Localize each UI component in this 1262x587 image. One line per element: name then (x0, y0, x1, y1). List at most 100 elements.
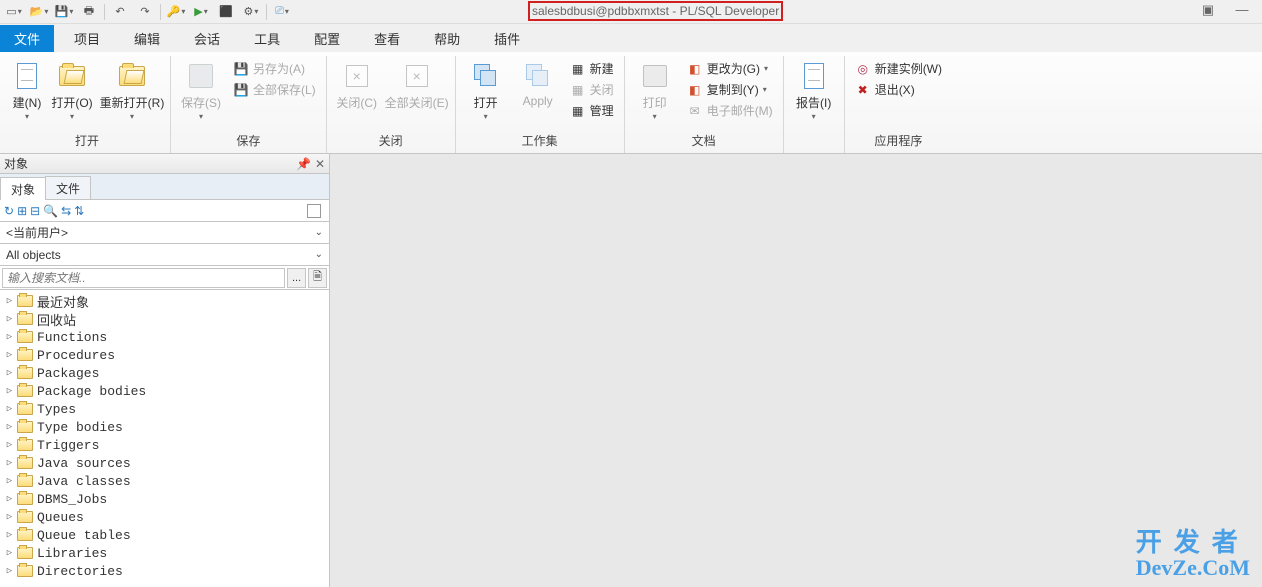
changeto-button[interactable]: ◧更改为(G) ▾ (683, 58, 777, 79)
tab-files[interactable]: 文件 (45, 176, 91, 199)
save-dropdown-icon[interactable]: 💾 (52, 1, 76, 23)
new-button[interactable]: 建(N) ▾ (10, 58, 44, 123)
tree-item[interactable]: ▷最近对象 (0, 292, 329, 310)
changeto-label: 更改为(G) (707, 60, 760, 77)
newinstance-button[interactable]: ◎新建实例(W) (851, 58, 946, 79)
settings-icon[interactable]: ⎚ (270, 1, 294, 23)
link-icon[interactable]: ⇆ (61, 204, 71, 218)
scope-dropdown[interactable]: All objects ⌄ (0, 244, 329, 266)
expand-arrow-icon[interactable]: ▷ (4, 404, 15, 415)
menu-project[interactable]: 项目 (60, 25, 114, 52)
workset-manage-button[interactable]: ▦管理 (566, 100, 618, 121)
workset-open-button[interactable]: 打开 ▾ (462, 58, 510, 123)
reopen-button[interactable]: 重新打开(R) ▾ (100, 58, 164, 123)
tree-item[interactable]: ▷Triggers (0, 436, 329, 454)
report-button[interactable]: 报告(I) ▾ (790, 58, 838, 123)
tree-item[interactable]: ▷ 回收站 (0, 310, 329, 328)
save-button[interactable]: 保存(S) ▾ (177, 58, 225, 123)
expand-arrow-icon[interactable]: ▷ (4, 386, 15, 397)
expand-arrow-icon[interactable]: ▷ (4, 296, 15, 307)
minimize-icon[interactable]: — (1232, 2, 1252, 18)
menu-file[interactable]: 文件 (0, 25, 54, 52)
expand-icon[interactable]: ⊞ (17, 204, 27, 218)
tree-item[interactable]: ▷Queues (0, 508, 329, 526)
ribbon-group-title: 文档 (692, 130, 716, 153)
tree-item[interactable]: ▷DBMS_Jobs (0, 490, 329, 508)
expand-arrow-icon[interactable]: ▷ (4, 476, 15, 487)
tree-item[interactable]: ▷Java classes (0, 472, 329, 490)
tree-item[interactable]: ▷Type bodies (0, 418, 329, 436)
menu-help[interactable]: 帮助 (420, 25, 474, 52)
scope-dropdown-value: All objects (6, 248, 61, 262)
tree-item[interactable]: ▷Types (0, 400, 329, 418)
tree-item[interactable]: ▷Packages (0, 364, 329, 382)
refresh-icon[interactable]: ↻ (4, 204, 14, 218)
tree-item[interactable]: ▷Procedures (0, 346, 329, 364)
tree-item[interactable]: ▷Directories (0, 562, 329, 580)
closeall-button[interactable]: 全部关闭(E) (385, 58, 449, 113)
redo-icon[interactable]: ↷ (133, 1, 157, 23)
print-button[interactable]: 打印 ▾ (631, 58, 679, 123)
close-icon[interactable]: ✕ (315, 157, 325, 171)
collapse-icon[interactable]: ⊟ (30, 204, 40, 218)
stop-icon[interactable]: ⬛ (214, 1, 238, 23)
changeto-icon: ◧ (687, 61, 703, 77)
save-label: 保存(S) (181, 94, 221, 111)
new-dropdown-icon[interactable]: ▭ (2, 1, 26, 23)
print-icon[interactable]: 🖶 (77, 1, 101, 23)
menu-edit[interactable]: 编辑 (120, 25, 174, 52)
restore-icon[interactable]: ▣ (1198, 2, 1218, 18)
expand-arrow-icon[interactable]: ▷ (4, 458, 15, 469)
pin-icon[interactable]: 📌 (296, 157, 311, 171)
copyto-button[interactable]: ◧复制到(Y) ▾ (683, 79, 777, 100)
exit-button[interactable]: ✖退出(X) (851, 79, 946, 100)
saveas-button[interactable]: 💾另存为(A) (229, 58, 320, 79)
undo-icon[interactable]: ↶ (108, 1, 132, 23)
filter-icon[interactable]: ⇅ (74, 204, 84, 218)
expand-arrow-icon[interactable]: ▷ (4, 422, 15, 433)
tree-item[interactable]: ▷Java sources (0, 454, 329, 472)
expand-arrow-icon[interactable]: ▷ (4, 368, 15, 379)
workset-new-button[interactable]: ▦新建 (566, 58, 618, 79)
workset-close-button[interactable]: ▦关闭 (566, 79, 618, 100)
debug-dropdown-icon[interactable]: ⚙ (239, 1, 263, 23)
open-dropdown-icon[interactable]: 📂 (27, 1, 51, 23)
ribbon-group-title: 关闭 (379, 130, 403, 153)
close-button[interactable]: 关闭(C) (333, 58, 381, 113)
key-dropdown-icon[interactable]: 🔑 (164, 1, 188, 23)
expand-arrow-icon[interactable]: ▷ (4, 512, 15, 523)
menu-session[interactable]: 会话 (180, 25, 234, 52)
tab-objects[interactable]: 对象 (0, 177, 46, 200)
workset-apply-button[interactable]: Apply (514, 58, 562, 110)
menu-tools[interactable]: 工具 (240, 25, 294, 52)
tree-item-label: 回收站 (37, 310, 76, 329)
search-input[interactable] (2, 268, 285, 288)
saveall-button[interactable]: 💾全部保存(L) (229, 79, 320, 100)
expand-arrow-icon[interactable]: ▷ (4, 530, 15, 541)
tree-item[interactable]: ▷Functions (0, 328, 329, 346)
menu-view[interactable]: 查看 (360, 25, 414, 52)
search-more-button[interactable]: ... (287, 268, 306, 288)
tree-item[interactable]: ▷Libraries (0, 544, 329, 562)
email-button[interactable]: ✉电子邮件(M) (683, 100, 777, 121)
expand-arrow-icon[interactable]: ▷ (4, 548, 15, 559)
tree-item[interactable]: ▷Queue tables (0, 526, 329, 544)
objects-panel-title: 对象 (4, 155, 28, 172)
expand-arrow-icon[interactable]: ▷ (4, 566, 15, 577)
run-dropdown-icon[interactable]: ▶ (189, 1, 213, 23)
expand-arrow-icon[interactable]: ▷ (4, 332, 15, 343)
tree-item[interactable]: ▷Package bodies (0, 382, 329, 400)
menu-config[interactable]: 配置 (300, 25, 354, 52)
ribbon-group-title (812, 133, 815, 153)
user-dropdown[interactable]: <当前用户> ⌄ (0, 222, 329, 244)
expand-arrow-icon[interactable]: ▷ (4, 494, 15, 505)
expand-arrow-icon[interactable]: ▷ (4, 350, 15, 361)
expand-arrow-icon[interactable]: ▷ (4, 440, 15, 451)
search-doc-button[interactable]: 🗎 (308, 268, 327, 288)
menu-plugins[interactable]: 插件 (480, 25, 534, 52)
expand-arrow-icon[interactable]: ▷ (4, 314, 15, 325)
object-tree[interactable]: ▷最近对象▷回收站▷Functions▷Procedures▷Packages▷… (0, 290, 329, 587)
open-button[interactable]: 打开(O) ▾ (48, 58, 96, 123)
find-icon[interactable]: 🔍 (43, 204, 58, 218)
toolbar-checkbox[interactable] (307, 204, 321, 218)
